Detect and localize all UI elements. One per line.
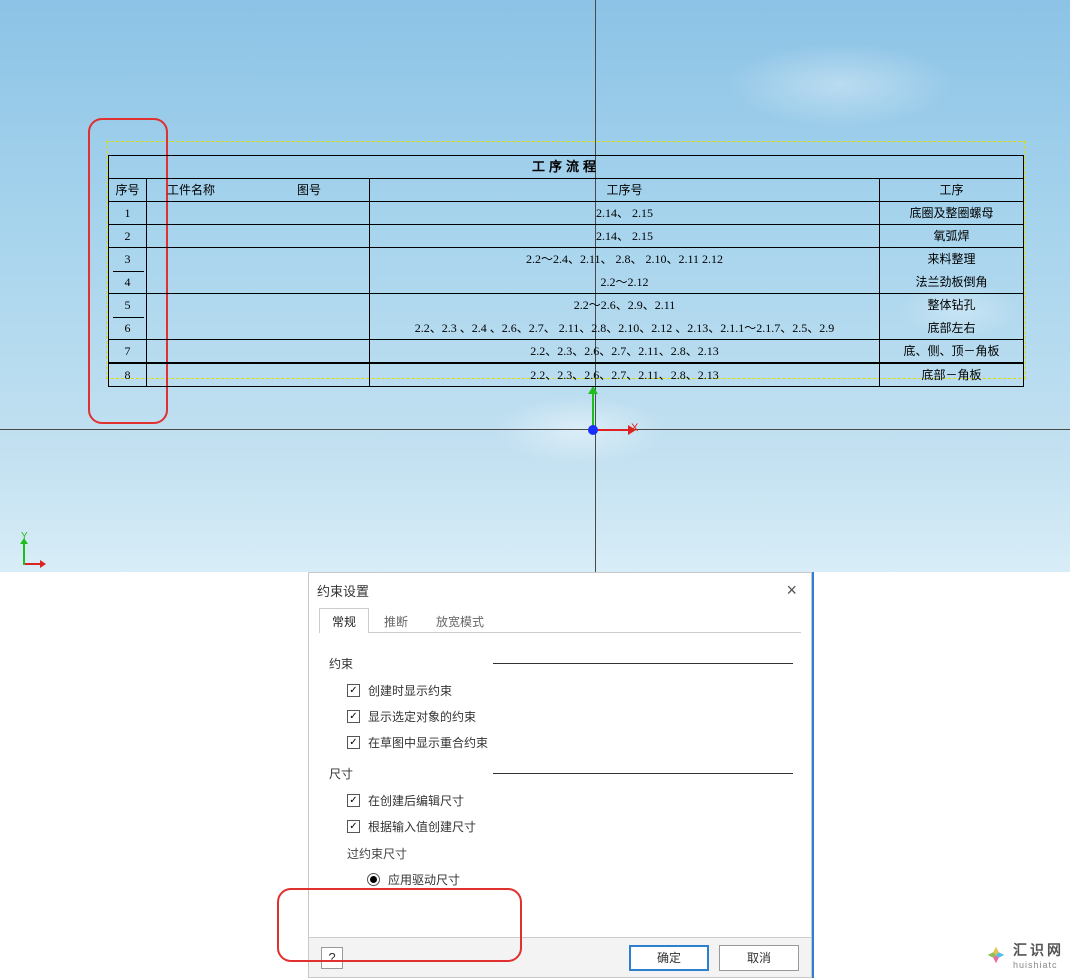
checkbox-show-on-create[interactable]: ✓ 创建时显示约束 (347, 682, 793, 699)
table-row[interactable]: 4 2.2～2.12法兰劲板倒角 (109, 271, 1023, 294)
cell-seq: 6 (109, 317, 147, 339)
table-header-row: 序号 工件名称 图号 工序号 工序 (109, 179, 1023, 202)
watermark-brand: 汇识网 (1013, 940, 1064, 960)
process-flow-table[interactable]: 工序流程 序号 工件名称 图号 工序号 工序 1 2.14、 2.15底圈及整圈螺… (108, 155, 1024, 387)
table-row[interactable]: 2 2.14、 2.15氧弧焊 (109, 225, 1023, 248)
cell-proc: 法兰劲板倒角 (880, 271, 1023, 293)
cell-num: 2.2、2.3、2.6、2.7、2.11、2.8、2.13 (370, 364, 880, 386)
checkbox-edit-after-create[interactable]: ✓ 在创建后编辑尺寸 (347, 792, 793, 809)
checkbox-icon: ✓ (347, 710, 360, 723)
cell-num: 2.2、2.3 、2.4 、2.6、2.7、 2.11、2.8、2.10、2.1… (370, 317, 880, 339)
cell-name (147, 340, 370, 362)
cell-proc: 底圈及整圈螺母 (880, 202, 1023, 224)
cell-seq: 7 (109, 340, 147, 362)
cell-num: 2.14、 2.15 (370, 225, 880, 247)
cell-proc: 整体钻孔 (880, 294, 1023, 317)
checkbox-create-from-input[interactable]: ✓ 根据输入值创建尺寸 (347, 818, 793, 835)
crosshair-horizontal (0, 429, 1070, 430)
table-row[interactable]: 1 2.14、 2.15底圈及整圈螺母 (109, 202, 1023, 225)
cell-proc: 底部－角板 (880, 364, 1023, 386)
table-title: 工序流程 (109, 156, 1023, 179)
section-constraint: 约束 (329, 655, 793, 672)
table-row[interactable]: 7 2.2、2.3、2.6、2.7、2.11、2.8、2.13底、侧、顶－角板 (109, 340, 1023, 363)
close-icon[interactable]: × (780, 580, 803, 601)
tab-relax[interactable]: 放宽模式 (423, 608, 497, 633)
dialog-titlebar[interactable]: 约束设置 × (309, 573, 811, 607)
overconstrained-label: 过约束尺寸 (347, 845, 793, 862)
ok-button[interactable]: 确定 (629, 945, 709, 971)
cell-seq: 4 (109, 271, 147, 293)
cell-name (147, 364, 370, 386)
cell-num: 2.2～2.4、2.11、 2.8、 2.10、2.11 2.12 (370, 248, 880, 271)
radio-apply-driving[interactable]: 应用驱动尺寸 (367, 871, 793, 888)
cell-name (147, 248, 370, 271)
dialog-title: 约束设置 (317, 581, 369, 600)
checkbox-icon: ✓ (347, 736, 360, 749)
annotation-highlight-2 (277, 888, 522, 962)
checkbox-icon: ✓ (347, 794, 360, 807)
header-name: 工件名称 图号 (147, 179, 370, 201)
header-proc: 工序 (880, 179, 1023, 201)
header-seq: 序号 (109, 179, 147, 201)
cell-name (147, 317, 370, 339)
cancel-button[interactable]: 取消 (719, 945, 799, 971)
watermark: 汇识网 huishiatc (985, 940, 1064, 970)
cell-num: 2.2～2.6、2.9、2.11 (370, 294, 880, 317)
table-row[interactable]: 3 2.2～2.4、2.11、 2.8、 2.10、2.11 2.12来料整理 (109, 248, 1023, 271)
cell-name (147, 294, 370, 317)
table-row[interactable]: 6 2.2、2.3 、2.4 、2.6、2.7、 2.11、2.8、2.10、2.… (109, 317, 1023, 340)
radio-icon (367, 873, 380, 886)
checkbox-icon: ✓ (347, 820, 360, 833)
tab-infer[interactable]: 推断 (371, 608, 421, 633)
cell-seq: 8 (109, 364, 147, 386)
checkbox-show-selected[interactable]: ✓ 显示选定对象的约束 (347, 708, 793, 725)
table-row[interactable]: 5 2.2～2.6、2.9、2.11整体钻孔 (109, 294, 1023, 317)
header-num: 工序号 (370, 179, 880, 201)
cell-proc: 底部左右 (880, 317, 1023, 339)
tab-general[interactable]: 常规 (319, 608, 369, 633)
cell-seq: 3 (109, 248, 147, 271)
tab-strip: 常规 推断 放宽模式 (319, 607, 801, 633)
checkbox-icon: ✓ (347, 684, 360, 697)
checkbox-show-coincident[interactable]: ✓ 在草图中显示重合约束 (347, 734, 793, 751)
watermark-domain: huishiatc (1013, 960, 1064, 970)
cell-seq: 1 (109, 202, 147, 224)
section-dimension: 尺寸 (329, 765, 793, 782)
cell-name (147, 225, 370, 247)
cell-name (147, 202, 370, 224)
cell-seq: 5 (109, 294, 147, 317)
cell-num: 2.2、2.3、2.6、2.7、2.11、2.8、2.13 (370, 340, 880, 362)
table-row[interactable]: 8 2.2、2.3、2.6、2.7、2.11、2.8、2.13底部－角板 (109, 363, 1023, 386)
cell-num: 2.14、 2.15 (370, 202, 880, 224)
watermark-logo-icon (985, 944, 1007, 966)
cell-seq: 2 (109, 225, 147, 247)
cell-proc: 底、侧、顶－角板 (880, 340, 1023, 362)
cell-num: 2.2～2.12 (370, 271, 880, 293)
cell-proc: 氧弧焊 (880, 225, 1023, 247)
cell-name (147, 271, 370, 293)
cad-canvas[interactable]: X Y 工序流程 序号 工件名称 图号 工序号 工序 12.14、 2.15底圈… (0, 0, 1070, 572)
cell-proc: 来料整理 (880, 248, 1023, 271)
ucs-x-label: X (631, 422, 638, 434)
